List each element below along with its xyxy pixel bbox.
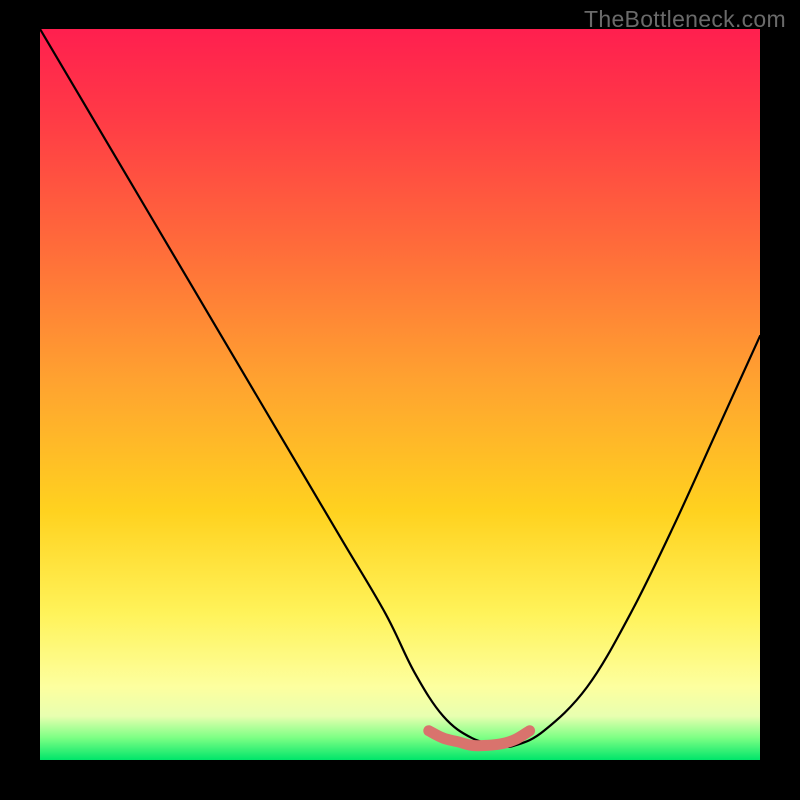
chart-frame: TheBottleneck.com [0,0,800,800]
black-curve-path [40,29,760,747]
watermark-text: TheBottleneck.com [584,6,786,33]
curve-svg [40,29,760,760]
salmon-band-path [429,731,530,746]
plot-area [40,29,760,760]
